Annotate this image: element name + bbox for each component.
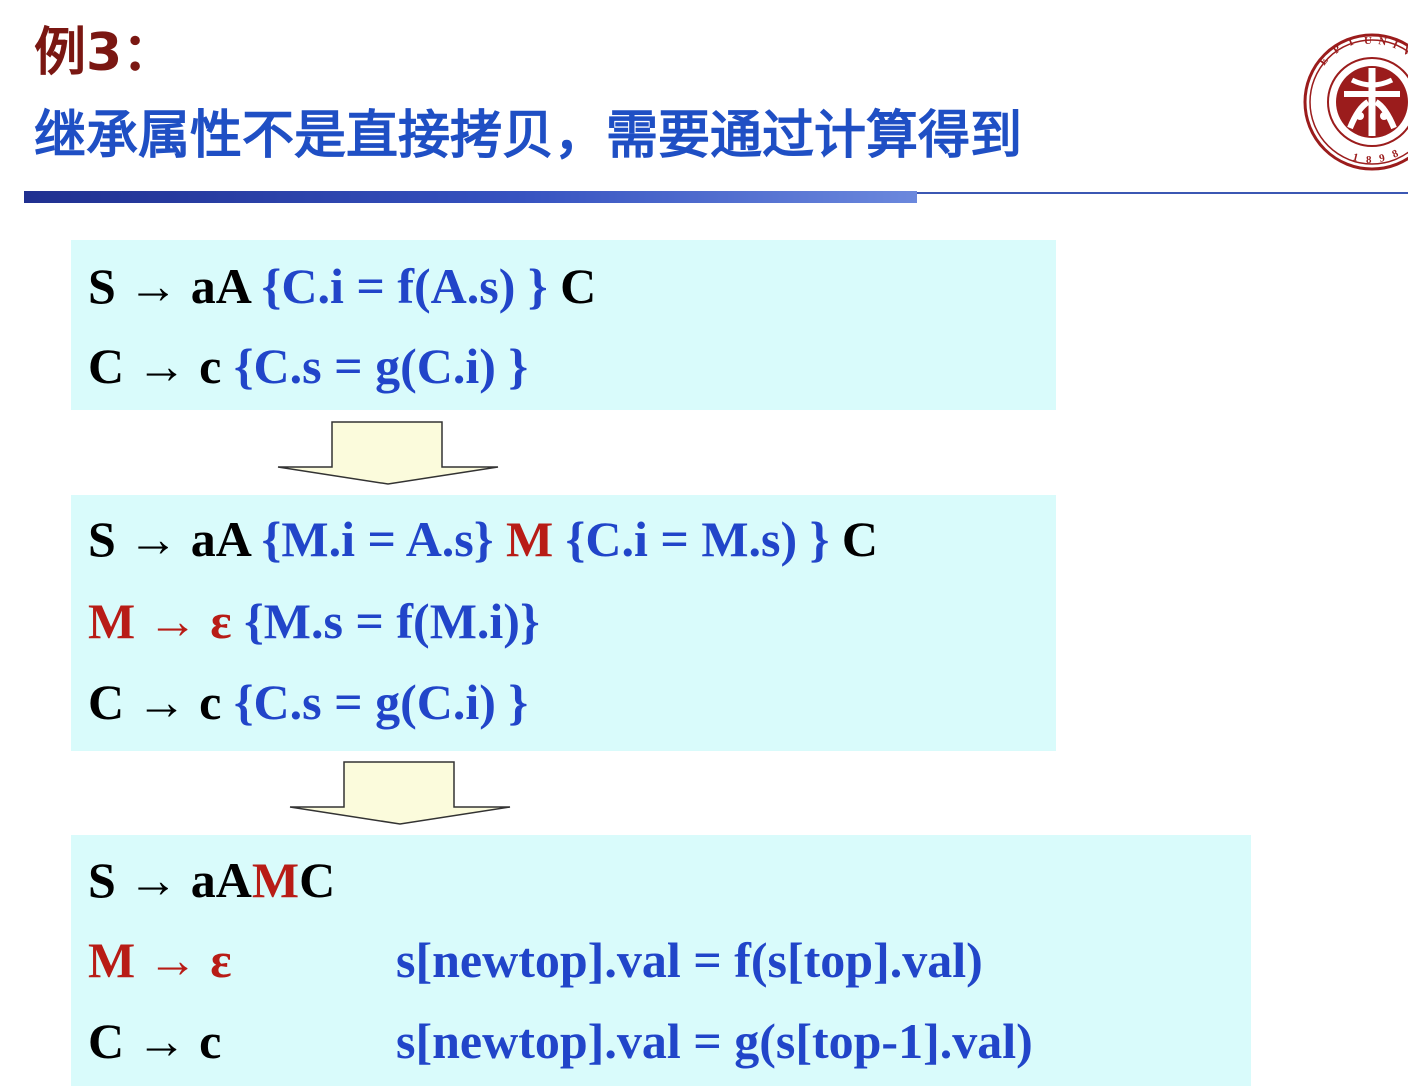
production-c-original: C → c {C.s = g(C.i) }: [88, 336, 528, 396]
svg-text:8: 8: [1366, 154, 1372, 166]
production-c-stack: C → c: [88, 1013, 222, 1069]
production-s-with-marker: S → aA {M.i = A.s} M {C.i = M.s) } C: [88, 509, 878, 569]
marker-symbol: M: [493, 511, 566, 567]
slide-title-example: 例3：: [34, 23, 175, 83]
transform-down-arrow-icon: [277, 421, 499, 485]
slide-title-subtitle: 继承属性不是直接拷贝，需要通过计算得到: [34, 106, 1023, 166]
production-prefix: S → aA: [88, 852, 252, 908]
production-lhs: S → aA: [88, 258, 262, 314]
semantic-action: {M.i = A.s}: [261, 511, 494, 567]
production-c-with-marker: C → c {C.s = g(C.i) }: [88, 672, 528, 732]
production-m-stack: M → ε: [88, 932, 232, 988]
transform-down-arrow-icon: [289, 761, 511, 825]
production-m-marker: M → ε {M.s = f(M.i)}: [88, 591, 540, 651]
production-lhs: C → c: [88, 338, 234, 394]
production-lhs: S → aA: [88, 511, 262, 567]
header-accent-bar: [24, 191, 917, 203]
production-tail: C: [829, 511, 878, 567]
semantic-action: {C.i = f(A.s) }: [261, 258, 548, 314]
svg-text:U: U: [1364, 35, 1372, 47]
semantic-action: {C.i = M.s) }: [565, 511, 830, 567]
production-s-original: S → aA {C.i = f(A.s) } C: [88, 256, 596, 316]
production-suffix: C: [299, 852, 336, 908]
university-seal-logo: P E I U N I V 1 8 9 8: [1302, 32, 1408, 172]
production-tail: C: [547, 258, 597, 314]
production-s-stack: S → aAMC: [88, 850, 335, 910]
production-lhs: C → c: [88, 674, 234, 730]
semantic-action: {M.s = f(M.i)}: [244, 593, 540, 649]
semantic-action: {C.s = g(C.i) }: [233, 674, 529, 730]
stack-action-c: s[newtop].val = g(s[top-1].val): [396, 1013, 1033, 1069]
marker-production-lhs: M → ε: [88, 593, 245, 649]
university-seal-icon: P E I U N I V 1 8 9 8: [1303, 33, 1408, 171]
stack-action-m: s[newtop].val = f(s[top].val): [396, 932, 983, 988]
semantic-action: {C.s = g(C.i) }: [233, 338, 529, 394]
marker-symbol: M: [251, 852, 300, 908]
